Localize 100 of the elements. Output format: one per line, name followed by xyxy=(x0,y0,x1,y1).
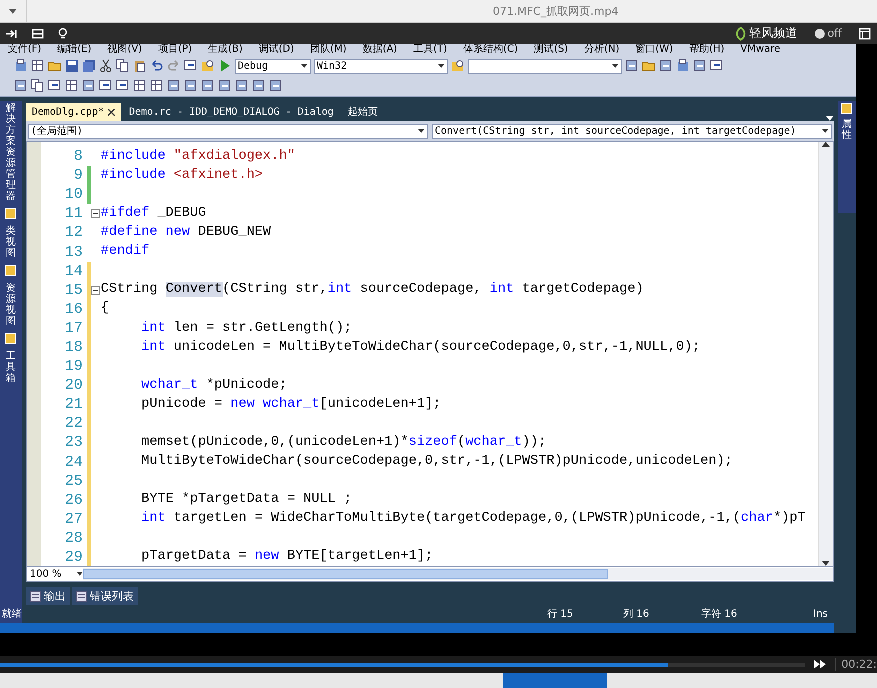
fast-forward-icon[interactable] xyxy=(814,660,826,669)
line-number: 20 xyxy=(64,377,83,394)
line-number: 27 xyxy=(64,510,83,528)
code-line: { xyxy=(101,300,110,318)
scope-dropdown[interactable]: (全局范围) xyxy=(28,124,428,138)
document-tab[interactable]: 起始页 xyxy=(342,103,384,121)
code-line: #define new DEBUG_NEW xyxy=(101,224,272,242)
line-number: 17 xyxy=(64,320,83,337)
collapse-icon[interactable] xyxy=(91,209,100,218)
menu-item[interactable]: 工具(T) xyxy=(413,44,448,56)
code-line: #include "afxdialogex.h" xyxy=(101,148,296,166)
line-number: 14 xyxy=(64,262,83,280)
line-number: 12 xyxy=(64,224,83,242)
horizontal-scrollbar[interactable] xyxy=(83,568,833,580)
menu-item[interactable]: 体系结构(C) xyxy=(463,44,518,56)
menu-item[interactable]: 帮助(H) xyxy=(689,44,725,56)
configuration-dropdown[interactable]: Debug xyxy=(235,58,311,74)
menu-item[interactable]: 团队(M) xyxy=(310,44,347,56)
code-line: #ifdef _DEBUG xyxy=(101,205,208,224)
status-text: 就绪 xyxy=(2,608,22,621)
dropdown-arrow-icon xyxy=(612,64,619,68)
member-dropdown[interactable]: Convert(CString str, int sourceCodepage, int targetCodepage) xyxy=(432,124,832,138)
toggle-switch[interactable]: off xyxy=(812,26,845,41)
lightbulb-icon[interactable] xyxy=(58,28,68,40)
menu-item[interactable]: 调试(D) xyxy=(258,44,294,56)
line-number: 23 xyxy=(64,434,83,452)
close-icon[interactable] xyxy=(108,108,116,116)
panel-tab[interactable]: 资源视图 xyxy=(6,283,16,327)
progress-track[interactable] xyxy=(0,662,805,666)
playback-time: 00:22: xyxy=(834,658,877,671)
line-number: 28 xyxy=(64,530,83,547)
code-line: int len = str.GetLength(); xyxy=(140,320,354,338)
code-line: MultiByteToWideChar(sourceCodepage,0,str,-1,(LPWSTR)pUnicode,unicodeLen); xyxy=(140,452,734,471)
line-number: 9 xyxy=(72,167,83,184)
panel-tab[interactable]: 属性 xyxy=(842,119,852,141)
menu-item[interactable]: 数据(A) xyxy=(362,44,398,56)
leaf-icon xyxy=(734,26,747,40)
dropdown-arrow-icon xyxy=(77,572,83,576)
column-indicator: 列 16 xyxy=(624,608,650,621)
menu-item[interactable]: 编辑(E) xyxy=(58,44,92,56)
copy-icon[interactable] xyxy=(31,79,45,93)
code-line: BYTE *pTargetData = NULL ; xyxy=(140,490,354,509)
window-mode-icon[interactable] xyxy=(32,28,44,38)
line-number: 29 xyxy=(64,549,83,566)
code-line: pUnicode = new wchar_t[unicodeLen+1]; xyxy=(140,396,442,414)
insert-mode-indicator: Ins xyxy=(814,608,828,620)
panel-tab[interactable]: 类视图 xyxy=(6,226,16,259)
line-number: 8 xyxy=(72,148,83,166)
menu-item[interactable]: 项目(P) xyxy=(158,44,192,56)
copy-icon[interactable] xyxy=(116,59,130,73)
menu-item[interactable]: 测试(S) xyxy=(534,44,568,56)
save-icon[interactable] xyxy=(65,59,79,73)
document-tab[interactable]: Demo.rc - IDD_DEMO_DIALOG - Dialog xyxy=(123,103,340,121)
line-number: 19 xyxy=(64,358,83,376)
line-number: 11 xyxy=(64,205,83,222)
line-indicator: 行 15 xyxy=(548,608,574,621)
line-number: 21 xyxy=(64,396,83,414)
line-number: 18 xyxy=(64,338,83,356)
line-number: 26 xyxy=(64,492,83,509)
dropdown-arrow-icon xyxy=(438,64,445,68)
video-title: 071.MFC_抓取网页.mp4 xyxy=(493,4,619,18)
menu-item[interactable]: 生成(B) xyxy=(208,44,243,56)
dropdown-arrow-icon xyxy=(822,129,829,133)
line-number: 10 xyxy=(64,186,83,204)
vertical-scrollbar[interactable] xyxy=(818,142,833,566)
dropdown-arrow-icon xyxy=(418,129,425,133)
fullscreen-icon[interactable] xyxy=(859,28,871,40)
search-dropdown[interactable] xyxy=(468,58,622,74)
line-number: 15 xyxy=(64,282,83,299)
code-line: wchar_t *pUnicode; xyxy=(140,376,288,395)
dropdown-arrow-icon[interactable] xyxy=(9,8,17,14)
code-line: int unicodeLen = MultiByteToWideChar(sourceCodepage,0,str,-1,NULL,0); xyxy=(140,338,702,357)
code-line: #endif xyxy=(101,243,151,262)
panel-tab[interactable]: 错误列表 xyxy=(72,587,138,605)
paste-icon[interactable] xyxy=(133,59,147,73)
panel-tab[interactable]: 解决方案资源管理器 xyxy=(6,103,16,202)
collapse-icon[interactable] xyxy=(91,286,100,295)
cut-icon[interactable] xyxy=(99,59,113,73)
panel-tab[interactable]: 输出 xyxy=(26,587,70,605)
menu-item[interactable]: 视图(V) xyxy=(108,44,142,56)
line-number: 25 xyxy=(64,472,83,490)
undo-icon[interactable] xyxy=(150,59,164,73)
code-line: int targetLen = WideCharToMultiByte(targetCodepage,0,(LPWSTR)pUnicode,-1,(char*)pT xyxy=(140,510,807,528)
document-tab[interactable]: DemoDlg.cpp* xyxy=(26,103,122,121)
line-number: 13 xyxy=(64,244,83,261)
code-line: memset(pUnicode,0,(unicodeLen+1)*sizeof(wchar_t)); xyxy=(140,434,548,452)
brand-name: 轻风频道 xyxy=(750,25,798,42)
pin-icon[interactable] xyxy=(6,28,18,38)
menu-item[interactable]: VMware xyxy=(740,44,780,56)
platform-dropdown[interactable]: Win32 xyxy=(314,58,448,74)
save-all-icon[interactable] xyxy=(82,59,96,73)
code-line: #include <afxinet.h> xyxy=(101,167,264,186)
menu-item[interactable]: 分析(N) xyxy=(584,44,620,56)
code-line: pTargetData = new BYTE[targetLen+1]; xyxy=(140,548,434,566)
line-number: 22 xyxy=(64,415,83,432)
char-indicator: 字符 16 xyxy=(702,608,738,621)
code-line: CString Convert(CString str,int sourceCodepage, int targetCodepage) xyxy=(101,281,645,300)
line-number: 16 xyxy=(64,300,83,318)
panel-tab[interactable]: 工具箱 xyxy=(6,351,16,384)
line-number: 24 xyxy=(64,454,83,471)
